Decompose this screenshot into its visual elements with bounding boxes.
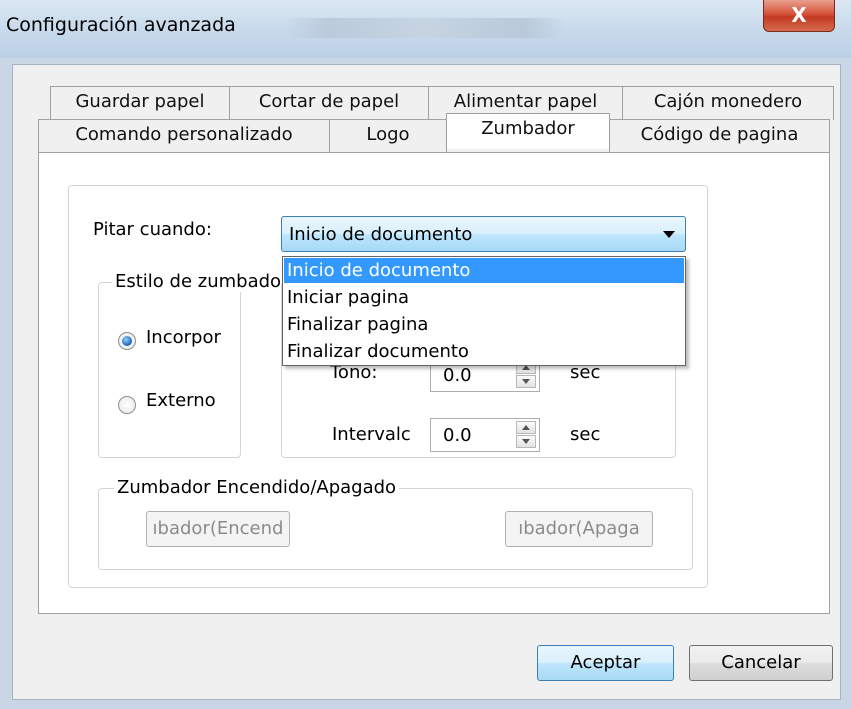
chevron-down-icon[interactable] [663, 231, 675, 238]
cancel-button[interactable]: Cancelar [689, 645, 833, 681]
interval-up-arrow-icon[interactable] [516, 421, 536, 434]
tone-down-arrow-icon[interactable] [516, 375, 536, 388]
tab-cortar-papel[interactable]: Cortar de papel [229, 86, 429, 120]
beep-when-dropdown: Inicio de documento Iniciar pagina Final… [282, 256, 686, 366]
buzzer-style-legend: Estilo de zumbado [112, 271, 285, 292]
interval-unit: sec [570, 424, 601, 445]
window-title: Configuración avanzada [6, 14, 236, 36]
radio-internal-label[interactable]: Incorpor [146, 327, 221, 348]
dropdown-option[interactable]: Finalizar pagina [284, 312, 684, 337]
tab-cajon-monedero[interactable]: Cajón monedero [622, 86, 834, 120]
dropdown-option[interactable]: Iniciar pagina [284, 285, 684, 310]
tab-guardar-papel[interactable]: Guardar papel [50, 86, 230, 120]
radio-internal[interactable] [118, 332, 136, 350]
tab-zumbador[interactable]: Zumbador [446, 113, 610, 149]
dropdown-option[interactable]: Inicio de documento [284, 258, 684, 283]
interval-down-arrow-icon[interactable] [516, 435, 536, 448]
dropdown-option[interactable]: Finalizar documento [284, 339, 684, 364]
beep-when-selected-value[interactable]: Inicio de documento [289, 224, 472, 245]
tone-value[interactable]: 0.0 [443, 365, 472, 386]
interval-label: Intervalc [332, 424, 411, 445]
onoff-legend: Zumbador Encendido/Apagado [114, 477, 400, 498]
beep-when-label: Pitar cuando: [93, 219, 212, 240]
radio-external[interactable] [118, 396, 136, 414]
title-bar: Configuración avanzada X [0, 0, 851, 59]
tab-comando-personalizado[interactable]: Comando personalizado [38, 119, 330, 153]
interval-spinner[interactable]: 0.0 [430, 418, 540, 452]
tab-codigo-pagina[interactable]: Código de pagina [609, 119, 830, 153]
buzzer-on-button[interactable]: ıbador(Encend [146, 511, 290, 547]
radio-external-label[interactable]: Externo [146, 390, 216, 411]
close-button[interactable]: X [763, 0, 835, 32]
tab-logo[interactable]: Logo [329, 119, 447, 153]
ok-button[interactable]: Aceptar [537, 645, 674, 681]
interval-value[interactable]: 0.0 [443, 425, 472, 446]
buzzer-off-button[interactable]: ıbador(Apaga [505, 511, 653, 547]
title-blurred-region [285, 18, 565, 38]
beep-when-select[interactable]: Inicio de documento [281, 216, 686, 252]
buzzer-style-group [98, 282, 241, 458]
